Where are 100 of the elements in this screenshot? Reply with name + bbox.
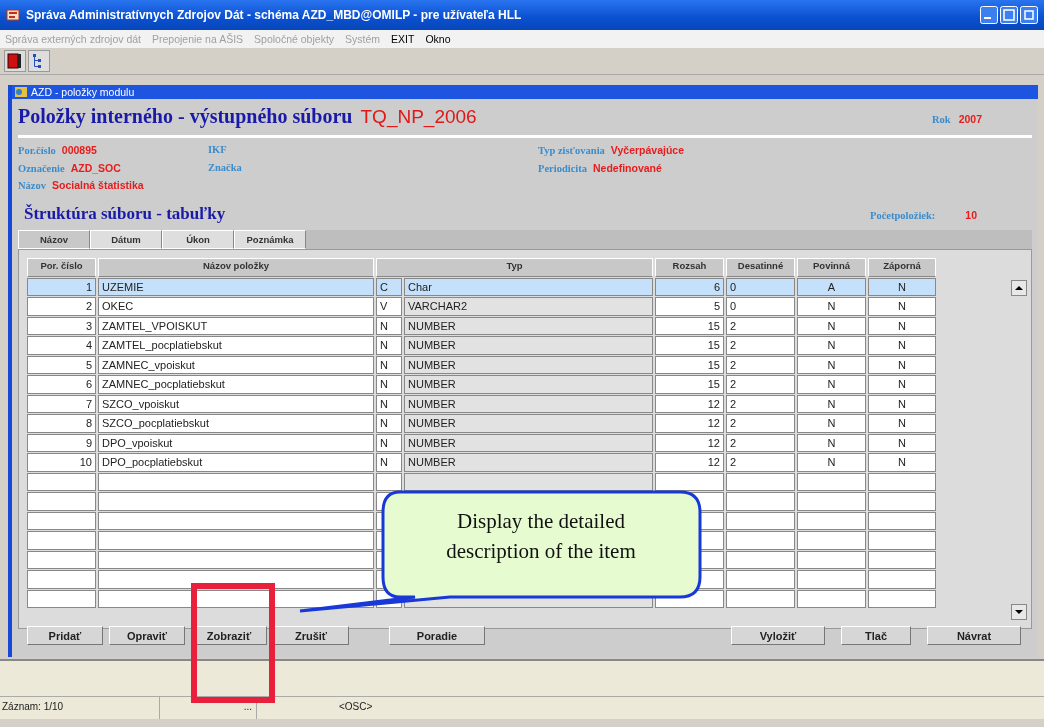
table-cell[interactable]: NUMBER [404,336,653,355]
table-cell[interactable]: NUMBER [404,316,653,335]
table-cell[interactable]: NUMBER [404,375,653,394]
empty-cell[interactable] [797,531,866,550]
table-cell[interactable]: NUMBER [404,355,653,374]
table-cell[interactable]: N [376,453,402,472]
tab[interactable]: Úkon [162,230,234,249]
table-cell[interactable]: N [376,355,402,374]
table-cell[interactable]: 7 [27,394,96,413]
form-button[interactable]: Pridať [27,626,103,645]
table-cell[interactable]: 2 [27,297,96,316]
empty-cell[interactable] [868,472,936,491]
table-cell[interactable]: A [797,277,866,296]
table-cell[interactable]: N [797,316,866,335]
scroll-down-icon[interactable] [1011,604,1027,620]
empty-cell[interactable] [27,472,96,491]
table-cell[interactable]: ZAMNEC_pocplatiebskut [98,375,374,394]
table-cell[interactable]: N [797,394,866,413]
tab[interactable]: Názov [18,230,90,249]
table-cell[interactable]: ZAMTEL_pocplatiebskut [98,336,374,355]
empty-cell[interactable] [98,531,374,550]
table-cell[interactable]: V [376,297,402,316]
table-cell[interactable]: 3 [27,316,96,335]
table-cell[interactable]: 12 [655,414,724,433]
table-cell[interactable]: 0 [726,297,795,316]
table-cell[interactable]: UZEMIE [98,277,374,296]
tab[interactable]: Dátum [90,230,162,249]
table-cell[interactable]: N [797,297,866,316]
table-cell[interactable]: SZCO_vpoiskut [98,394,374,413]
table-cell[interactable]: N [376,375,402,394]
scroll-up-icon[interactable] [1011,280,1027,296]
table-cell[interactable]: 15 [655,316,724,335]
empty-cell[interactable] [27,589,96,608]
close-icon[interactable] [1020,6,1038,24]
table-cell[interactable]: N [376,433,402,452]
form-button[interactable]: Návrat [927,626,1021,645]
empty-cell[interactable] [868,492,936,511]
table-cell[interactable]: 9 [27,433,96,452]
table-cell[interactable]: 2 [726,336,795,355]
table-cell[interactable]: C [376,277,402,296]
tree-icon[interactable] [28,50,50,72]
table-cell[interactable]: NUMBER [404,433,653,452]
table-cell[interactable]: 8 [27,414,96,433]
empty-cell[interactable] [797,570,866,589]
empty-cell[interactable] [868,511,936,530]
table-cell[interactable]: N [797,375,866,394]
table-cell[interactable]: N [868,277,936,296]
empty-cell[interactable] [868,531,936,550]
table-cell[interactable]: 2 [726,355,795,374]
table-cell[interactable]: SZCO_pocplatiebskut [98,414,374,433]
table-cell[interactable]: NUMBER [404,414,653,433]
table-cell[interactable]: N [868,375,936,394]
table-cell[interactable]: N [868,336,936,355]
table-cell[interactable]: 6 [27,375,96,394]
table-cell[interactable]: NUMBER [404,394,653,413]
table-cell[interactable]: DPO_pocplatiebskut [98,453,374,472]
table-cell[interactable]: N [376,394,402,413]
table-cell[interactable]: N [376,336,402,355]
empty-cell[interactable] [797,511,866,530]
table-cell[interactable]: N [868,433,936,452]
scrollbar[interactable] [1011,280,1027,620]
empty-cell[interactable] [726,589,795,608]
table-cell[interactable]: OKEC [98,297,374,316]
empty-cell[interactable] [27,511,96,530]
table-cell[interactable]: 2 [726,375,795,394]
table-cell[interactable]: ZAMTEL_VPOISKUT [98,316,374,335]
empty-cell[interactable] [376,472,402,491]
table-cell[interactable]: Char [404,277,653,296]
table-cell[interactable]: N [797,355,866,374]
table-cell[interactable]: N [868,316,936,335]
empty-cell[interactable] [797,472,866,491]
empty-cell[interactable] [27,570,96,589]
empty-cell[interactable] [98,550,374,569]
form-button[interactable]: Tlač [841,626,911,645]
empty-cell[interactable] [726,570,795,589]
form-button[interactable]: Zrušiť [273,626,349,645]
empty-cell[interactable] [27,550,96,569]
form-button[interactable]: Vyložiť [731,626,825,645]
table-cell[interactable]: ZAMNEC_vpoiskut [98,355,374,374]
table-cell[interactable]: 2 [726,433,795,452]
table-cell[interactable]: 12 [655,453,724,472]
table-cell[interactable]: N [868,355,936,374]
empty-cell[interactable] [726,472,795,491]
empty-cell[interactable] [726,492,795,511]
table-cell[interactable]: 5 [655,297,724,316]
table-cell[interactable]: VARCHAR2 [404,297,653,316]
empty-cell[interactable] [404,472,653,491]
table-cell[interactable]: DPO_vpoiskut [98,433,374,452]
table-cell[interactable]: N [868,297,936,316]
empty-cell[interactable] [868,589,936,608]
empty-cell[interactable] [797,589,866,608]
empty-cell[interactable] [726,531,795,550]
table-cell[interactable]: N [868,453,936,472]
table-cell[interactable]: 15 [655,336,724,355]
empty-cell[interactable] [726,550,795,569]
table-cell[interactable]: 15 [655,375,724,394]
exit-door-icon[interactable] [4,50,26,72]
table-cell[interactable]: N [376,316,402,335]
empty-cell[interactable] [27,531,96,550]
empty-cell[interactable] [98,492,374,511]
